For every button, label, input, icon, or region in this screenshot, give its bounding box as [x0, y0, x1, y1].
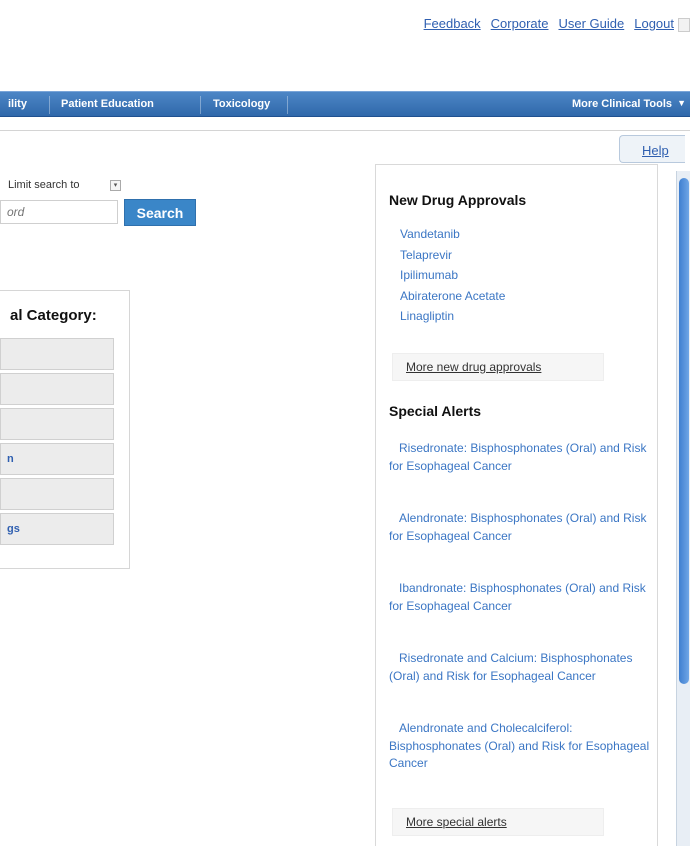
drug-link[interactable]: Vandetanib [400, 224, 505, 245]
help-link[interactable]: Help [642, 143, 669, 158]
top-links: Feedback Corporate User Guide Logout [424, 16, 674, 31]
chevron-down-icon: ▼ [677, 98, 686, 108]
corporate-link[interactable]: Corporate [491, 16, 549, 31]
more-new-drugs-link[interactable]: More new drug approvals [406, 360, 541, 374]
limit-dropdown-icon[interactable]: ▾ [110, 180, 121, 191]
nav-separator [49, 96, 50, 114]
help-tab[interactable]: Help [619, 135, 685, 163]
new-drug-list: Vandetanib Telaprevir Ipilimumab Abirate… [400, 224, 505, 327]
category-button[interactable] [0, 408, 114, 440]
nav-more-clinical-tools[interactable]: More Clinical Tools [572, 98, 672, 110]
limit-search-label: Limit search to [8, 179, 80, 191]
scrollbar-thumb[interactable] [679, 178, 689, 684]
category-button[interactable]: n [0, 443, 114, 475]
category-button[interactable] [0, 478, 114, 510]
nav-separator [287, 96, 288, 114]
drug-link[interactable]: Linagliptin [400, 306, 505, 327]
divider [0, 130, 690, 131]
drug-link[interactable]: Abiraterone Acetate [400, 286, 505, 307]
nav-tab-patient-education[interactable]: Patient Education [61, 98, 154, 110]
category-button[interactable] [0, 373, 114, 405]
user-guide-link[interactable]: User Guide [558, 16, 624, 31]
window-scroll-icon [678, 18, 690, 32]
category-title: al Category: [10, 307, 97, 324]
search-button[interactable]: Search [124, 199, 196, 226]
category-button-label: n [7, 453, 14, 465]
main-nav: ility Patient Education Toxicology More … [0, 91, 690, 117]
nav-tab-toxicology[interactable]: Toxicology [213, 98, 270, 110]
new-drug-approvals-heading: New Drug Approvals [389, 192, 527, 208]
search-input[interactable] [0, 200, 118, 224]
category-button[interactable] [0, 338, 114, 370]
alert-link[interactable]: Alendronate and Cholecalciferol: Bisphos… [389, 720, 651, 773]
category-button[interactable]: gs [0, 513, 114, 545]
drug-link[interactable]: Ipilimumab [400, 265, 505, 286]
more-alerts-box[interactable]: More special alerts [392, 808, 604, 836]
alert-link[interactable]: Risedronate: Bisphosphonates (Oral) and … [389, 440, 651, 475]
alert-link[interactable]: Ibandronate: Bisphosphonates (Oral) and … [389, 580, 651, 615]
nav-separator [200, 96, 201, 114]
feedback-link[interactable]: Feedback [424, 16, 481, 31]
more-alerts-link[interactable]: More special alerts [406, 815, 507, 829]
more-new-drugs-box[interactable]: More new drug approvals [392, 353, 604, 381]
alert-link[interactable]: Risedronate and Calcium: Bisphosphonates… [389, 650, 651, 685]
category-button-label: gs [7, 523, 20, 535]
special-alerts-heading: Special Alerts [389, 403, 482, 419]
alert-link[interactable]: Alendronate: Bisphosphonates (Oral) and … [389, 510, 651, 545]
nav-tab-accessibility[interactable]: ility [8, 98, 27, 110]
drug-link[interactable]: Telaprevir [400, 245, 505, 266]
logout-link[interactable]: Logout [634, 16, 674, 31]
